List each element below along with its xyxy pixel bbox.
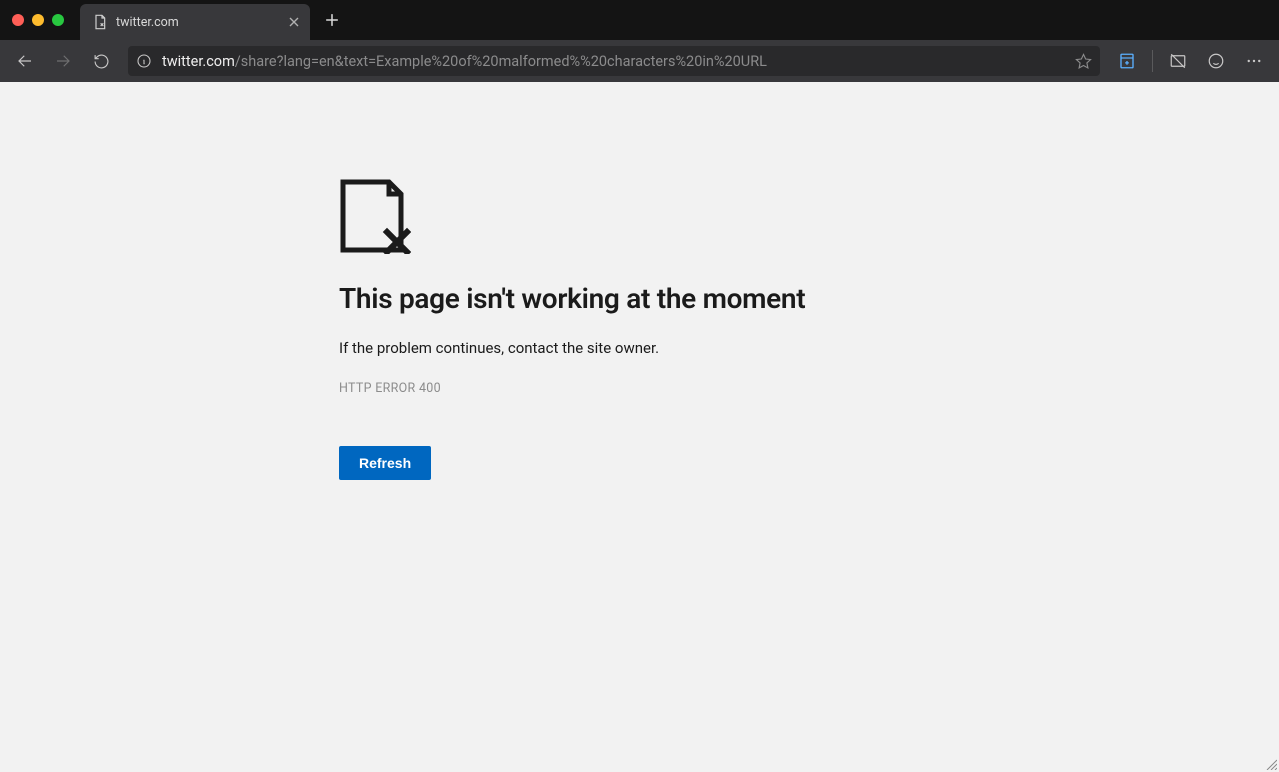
error-description: If the problem continues, contact the si… xyxy=(339,339,939,357)
address-bar[interactable]: twitter.com/share?lang=en&text=Example%2… xyxy=(128,46,1100,76)
window-controls xyxy=(12,14,64,26)
favorite-button[interactable] xyxy=(1075,53,1092,70)
window-maximize-button[interactable] xyxy=(52,14,64,26)
tracking-prevention-button[interactable] xyxy=(1161,44,1195,78)
error-code: HTTP ERROR 400 xyxy=(339,381,939,396)
url-host: twitter.com xyxy=(162,53,235,70)
site-info-icon[interactable] xyxy=(136,53,152,69)
refresh-button[interactable]: Refresh xyxy=(339,446,431,480)
new-tab-button[interactable] xyxy=(318,6,346,34)
toolbar-divider xyxy=(1152,50,1153,72)
tab-title: twitter.com xyxy=(116,15,280,30)
browser-toolbar: twitter.com/share?lang=en&text=Example%2… xyxy=(0,40,1279,82)
broken-page-icon xyxy=(339,178,939,254)
back-button[interactable] xyxy=(8,44,42,78)
error-title: This page isn't working at the moment xyxy=(339,282,939,315)
tab-close-button[interactable] xyxy=(288,16,300,28)
url-text: twitter.com/share?lang=en&text=Example%2… xyxy=(162,53,1065,70)
window-titlebar: twitter.com xyxy=(0,0,1279,40)
forward-button[interactable] xyxy=(46,44,80,78)
resize-grip-icon[interactable] xyxy=(1265,758,1277,770)
page-content: This page isn't working at the moment If… xyxy=(0,82,1279,772)
window-minimize-button[interactable] xyxy=(32,14,44,26)
window-close-button[interactable] xyxy=(12,14,24,26)
browser-tab[interactable]: twitter.com xyxy=(80,4,310,40)
settings-more-button[interactable] xyxy=(1237,44,1271,78)
error-page: This page isn't working at the moment If… xyxy=(339,178,939,480)
tab-favicon-broken-page-icon xyxy=(92,14,108,30)
reload-button[interactable] xyxy=(84,44,118,78)
url-path: /share?lang=en&text=Example%20of%20malfo… xyxy=(235,53,767,70)
feedback-smiley-button[interactable] xyxy=(1199,44,1233,78)
collections-button[interactable] xyxy=(1110,44,1144,78)
